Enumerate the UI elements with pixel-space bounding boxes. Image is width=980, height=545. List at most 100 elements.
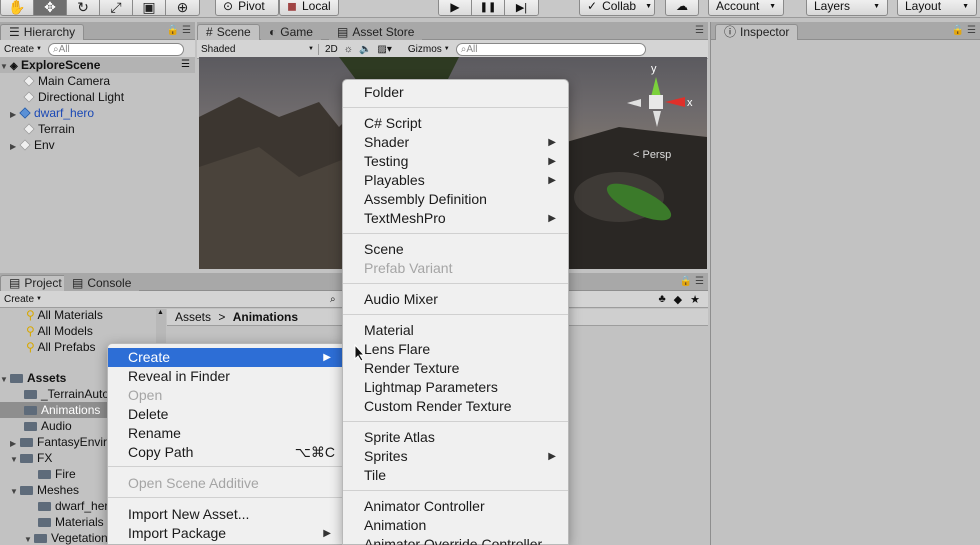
menu-item-csharp-script[interactable]: C# Script (343, 114, 568, 133)
hierarchy-item[interactable]: Terrain (23, 121, 75, 137)
menu-item-shader[interactable]: Shader ▶ (343, 133, 568, 152)
persp-label[interactable]: < Persp (633, 149, 671, 161)
menu-item-sprite-atlas[interactable]: Sprite Atlas (343, 428, 568, 447)
submenu-arrow-icon: ▶ (548, 156, 556, 167)
hierarchy-item[interactable]: Main Camera (23, 73, 110, 89)
breadcrumb-item[interactable]: Assets (175, 310, 211, 324)
scene-search-input[interactable]: ⌕ All (455, 42, 646, 56)
neg-y-cone-icon (653, 111, 661, 127)
filter-label-icon[interactable]: ◆ (674, 293, 682, 306)
effects-dropdown-icon[interactable]: ▨▾ (377, 44, 391, 55)
favorite-item[interactable]: ⚲ All Prefabs (26, 339, 96, 355)
menu-item-audio-mixer[interactable]: Audio Mixer (343, 290, 568, 309)
menu-item-lightmap-parameters[interactable]: Lightmap Parameters (343, 378, 568, 397)
tab-inspector[interactable]: ⓘ Inspector (715, 24, 799, 40)
cloud-button[interactable]: ☁ (665, 0, 699, 16)
hierarchy-item[interactable]: ▶ dwarf_hero (10, 105, 94, 121)
panel-menu-icon[interactable]: 🔒 ☰ (952, 25, 976, 36)
menu-item-copy-path[interactable]: Copy Path ⌥⌘C (108, 443, 343, 462)
orientation-gizmo[interactable]: y x (627, 63, 697, 135)
menu-item-tile[interactable]: Tile (343, 466, 568, 485)
menu-item-rename[interactable]: Rename (108, 424, 343, 443)
menu-item-animator-controller[interactable]: Animator Controller (343, 497, 568, 516)
folder-item[interactable]: ▼ FX (10, 450, 52, 466)
favorite-item[interactable]: ⚲ All Models (26, 323, 93, 339)
tab-scene[interactable]: # Scene (197, 24, 260, 40)
panel-menu-icon[interactable]: 🔒 ☰ (167, 25, 191, 36)
folder-item[interactable]: ▶ FantasyEnvir (10, 434, 107, 450)
transform-tool-icon[interactable]: ⊕ (166, 0, 199, 15)
filter-type-icon[interactable]: ♣ (658, 293, 665, 306)
account-dropdown[interactable]: Account ▼ (708, 0, 784, 16)
folder-item-selected[interactable]: Animations (0, 402, 110, 418)
folder-item[interactable]: Materials (38, 514, 104, 530)
breadcrumb-item[interactable]: Animations (233, 310, 298, 324)
folder-item[interactable]: Audio (24, 418, 72, 434)
menu-item-lens-flare[interactable]: Lens Flare (343, 340, 568, 359)
menu-item-sprites[interactable]: Sprites ▶ (343, 447, 568, 466)
menu-item-assembly-definition[interactable]: Assembly Definition (343, 190, 568, 209)
menu-item-import-package[interactable]: Import Package ▶ (108, 524, 343, 543)
favorite-item[interactable]: ⚲ All Materials (26, 307, 103, 323)
folder-icon (38, 502, 51, 511)
local-toggle[interactable]: ◼ Local (279, 0, 339, 16)
hierarchy-item[interactable]: Directional Light (23, 89, 124, 105)
gizmos-dropdown[interactable]: Gizmos ▼ (408, 44, 450, 55)
panel-menu-icon[interactable]: 🔒 ☰ (680, 276, 704, 287)
favorite-star-icon[interactable]: ★ (690, 293, 700, 306)
menu-item-animator-override-controller[interactable]: Animator Override Controller (343, 535, 568, 545)
menu-item-custom-render-texture[interactable]: Custom Render Texture (343, 397, 568, 416)
collab-dropdown[interactable]: ✓ Collab ▼ (579, 0, 655, 16)
menu-item-render-texture[interactable]: Render Texture (343, 359, 568, 378)
tab-hierarchy[interactable]: ☰ Hierarchy (0, 24, 85, 40)
hand-tool-icon[interactable]: ✋ (1, 0, 34, 15)
panel-menu-icon[interactable]: ☰ (695, 25, 704, 36)
hierarchy-item[interactable]: ▶ Env (10, 137, 55, 153)
menu-item-testing[interactable]: Testing ▶ (343, 152, 568, 171)
scene-menu-icon[interactable]: ☰ (181, 57, 190, 73)
tab-asset-store[interactable]: ▤ Asset Store (329, 24, 423, 40)
tab-console[interactable]: ▤ Console (64, 275, 140, 291)
game-icon: ◐ (269, 24, 277, 39)
tab-project[interactable]: ▤ Project (0, 275, 71, 291)
menu-item-textmeshpro[interactable]: TextMeshPro ▶ (343, 209, 568, 228)
move-tool-icon[interactable]: ✥ (34, 0, 67, 15)
layers-dropdown[interactable]: Layers ▼ (806, 0, 888, 16)
scene-root[interactable]: ▼ ◈ ExploreScene ☰ (0, 57, 195, 73)
hierarchy-search-input[interactable]: ⌕ All (47, 42, 184, 56)
menu-item-playables[interactable]: Playables ▶ (343, 171, 568, 190)
rotate-tool-icon[interactable]: ↻ (67, 0, 100, 15)
pivot-toggle[interactable]: ⊙ Pivot (215, 0, 279, 16)
search-filter-icon: ⚲ (26, 308, 35, 322)
scale-tool-icon[interactable]: ⤢ (100, 0, 133, 15)
folder-icon (20, 486, 33, 495)
step-button[interactable]: ▶| (505, 0, 538, 15)
folder-item[interactable]: Fire (38, 466, 76, 482)
menu-item-animation[interactable]: Animation (343, 516, 568, 535)
folder-item[interactable]: ▼ Meshes (10, 482, 79, 498)
menu-item-create[interactable]: Create ▶ (108, 348, 343, 367)
menu-item-import-new-asset[interactable]: Import New Asset... (108, 505, 343, 524)
folder-item[interactable]: _TerrainAuto (24, 386, 109, 402)
submenu-arrow-icon: ▶ (548, 175, 556, 186)
audio-toggle-icon[interactable]: 🔈 (359, 44, 371, 55)
layout-dropdown[interactable]: Layout ▼ (897, 0, 977, 16)
menu-item-material[interactable]: Material (343, 321, 568, 340)
play-button[interactable]: ▶ (439, 0, 472, 15)
2d-toggle[interactable]: 2D (325, 44, 338, 55)
lighting-toggle-icon[interactable]: ☼ (344, 44, 353, 55)
folder-item[interactable]: ▼ Vegetation (24, 530, 108, 545)
folder-item[interactable]: dwarf_her (38, 498, 108, 514)
rect-tool-icon[interactable]: ▣ (133, 0, 166, 15)
shading-dropdown[interactable]: Shaded ▼ (201, 43, 319, 55)
project-create-dropdown[interactable]: Create ▼ (4, 294, 42, 305)
pause-button[interactable]: ❚❚ (472, 0, 505, 15)
menu-item-folder[interactable]: Folder (343, 83, 568, 102)
prefab-icon (19, 107, 31, 119)
menu-item-delete[interactable]: Delete (108, 405, 343, 424)
menu-item-scene[interactable]: Scene (343, 240, 568, 259)
assets-root[interactable]: ▼ Assets (0, 370, 66, 386)
hierarchy-create-dropdown[interactable]: Create ▼ (4, 44, 42, 55)
tab-game[interactable]: ◐ Game (261, 24, 321, 40)
menu-item-reveal-in-finder[interactable]: Reveal in Finder (108, 367, 343, 386)
